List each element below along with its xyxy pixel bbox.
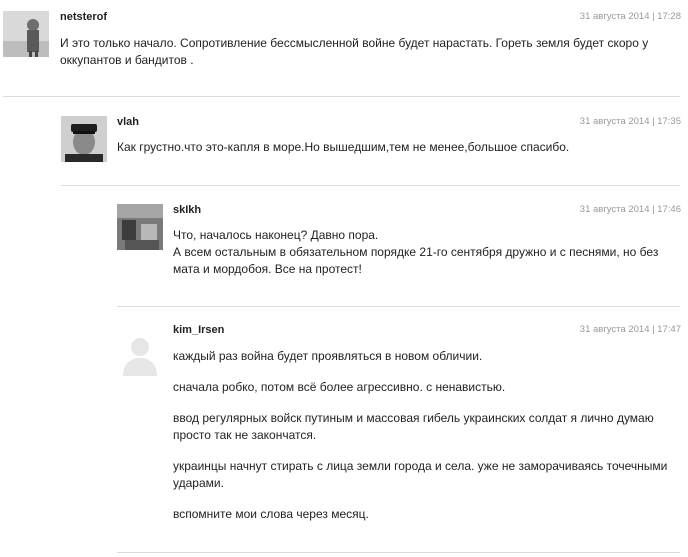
default-avatar-icon [117,330,163,376]
comment-paragraph: Что, началось наконец? Давно пора. [173,228,379,242]
comment-text: Как грустно.что это-капля в море.Но выше… [117,139,682,156]
comment-date: 31 августа 2014 | 17:46 [579,204,681,215]
comment-date: 31 августа 2014 | 17:47 [579,324,681,335]
comment-text: Что, началось наконец? Давно пора. А все… [173,227,678,278]
comment-text: И это только начало. Сопротивление бессм… [60,35,685,69]
avatar[interactable] [61,116,107,162]
comment-paragraph: украинцы начнут стирать с лица земли гор… [173,459,668,490]
avatar[interactable] [117,204,163,250]
comment-date: 31 августа 2014 | 17:28 [579,11,681,22]
comment-author[interactable]: netsterof [60,11,107,23]
comment-paragraph: ввод регулярных войск путиным и массовая… [173,411,654,442]
comment-divider [117,306,680,307]
comment-paragraph: сначала робко, потом всё более агрессивн… [173,380,506,394]
avatar[interactable] [117,330,163,376]
comment-date: 31 августа 2014 | 17:35 [579,116,681,127]
comment-paragraph: Как грустно.что это-капля в море.Но выше… [117,140,570,154]
comment-paragraph: каждый раз война будет проявляться в нов… [173,349,483,363]
comment-paragraph: вспомните мои слова через месяц. [173,507,369,521]
comment-text: каждый раз война будет проявляться в нов… [173,348,678,523]
comment-paragraph: А всем остальным в обязательном порядке … [173,245,659,276]
comment-divider [3,96,680,97]
comment-author[interactable]: skIkh [173,204,201,216]
comment-divider [61,185,680,186]
comment-paragraph: И это только начало. Сопротивление бессм… [60,36,649,67]
avatar[interactable] [3,11,49,57]
comment-author[interactable]: vlah [117,116,139,128]
comment-author[interactable]: kim_Irsen [173,324,224,336]
comment-divider [117,552,680,553]
